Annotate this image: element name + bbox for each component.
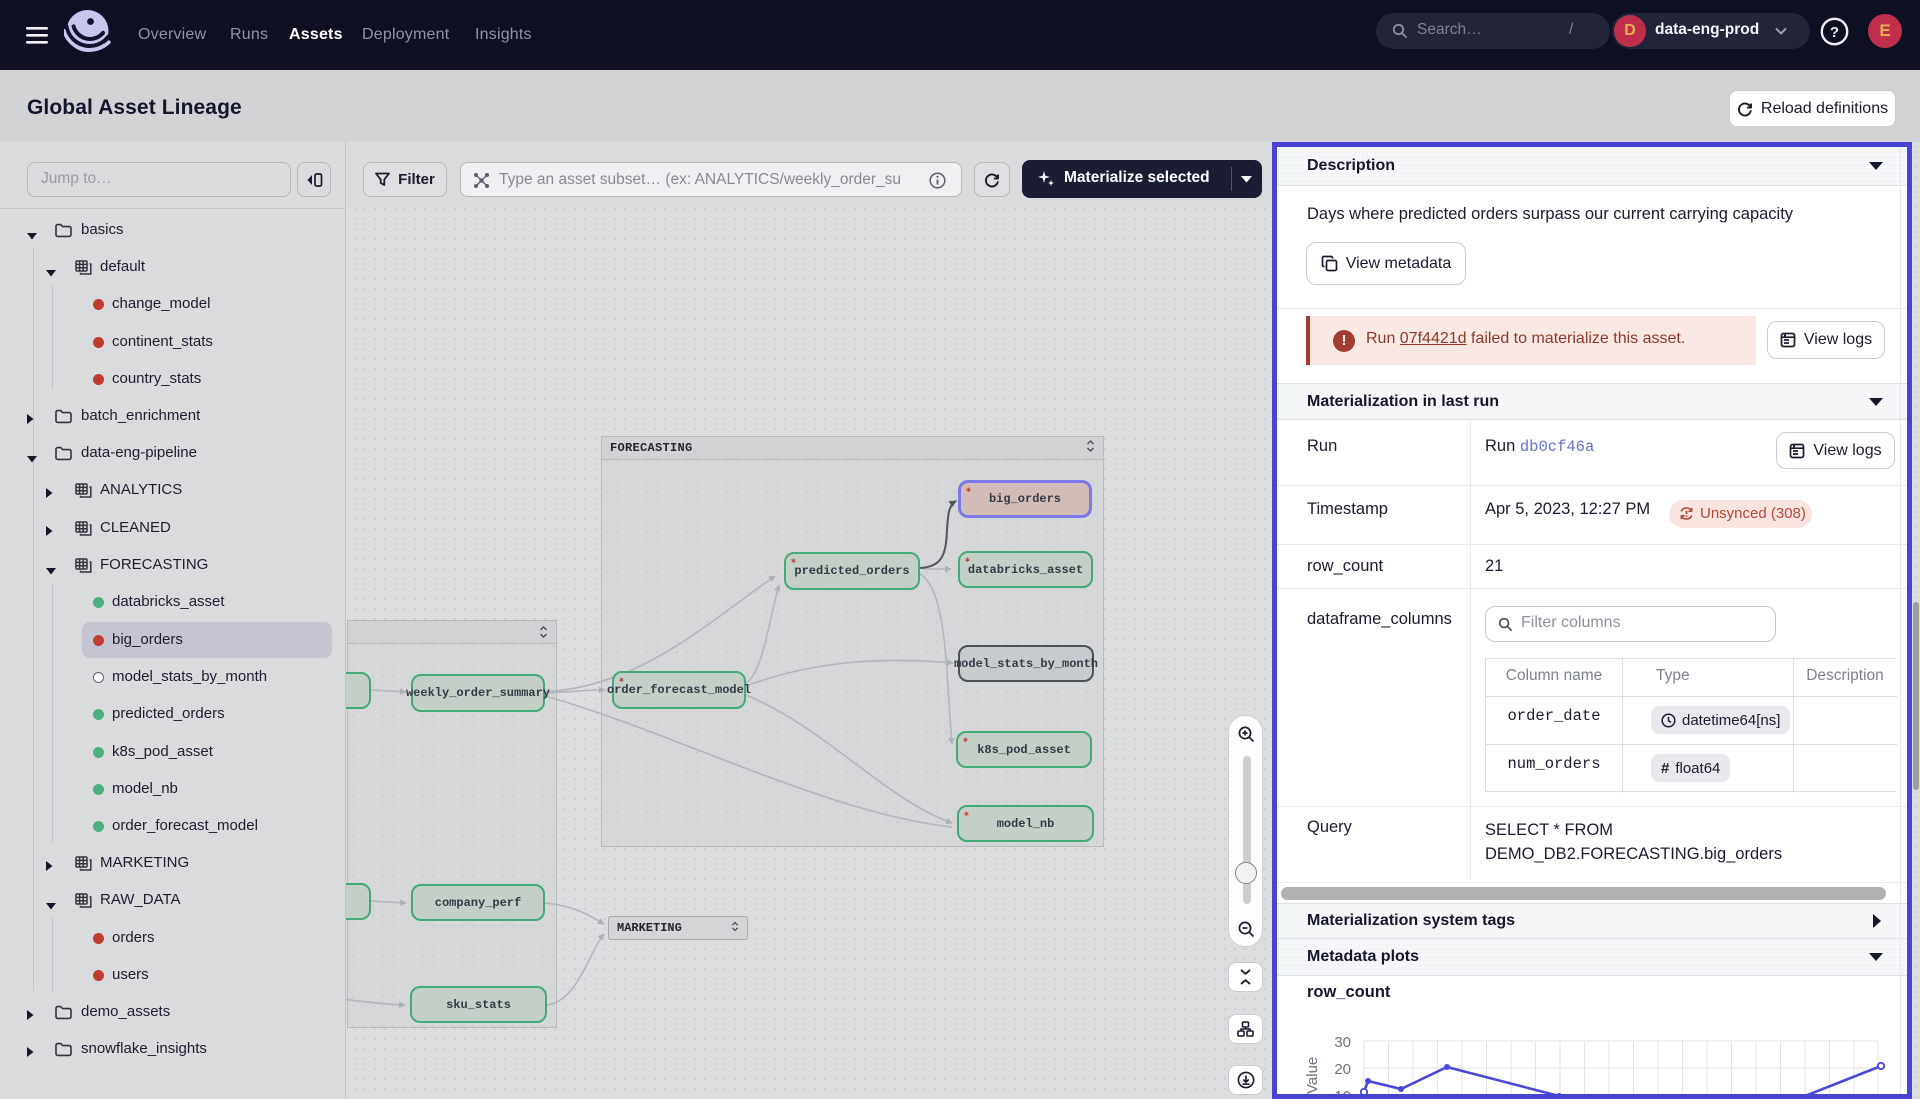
svg-text:10: 10: [1334, 1088, 1351, 1099]
svg-text:20: 20: [1334, 1061, 1351, 1078]
svg-text:30: 30: [1334, 1034, 1351, 1051]
svg-text:?: ?: [1830, 24, 1839, 41]
svg-text:Value: Value: [1304, 1057, 1321, 1094]
